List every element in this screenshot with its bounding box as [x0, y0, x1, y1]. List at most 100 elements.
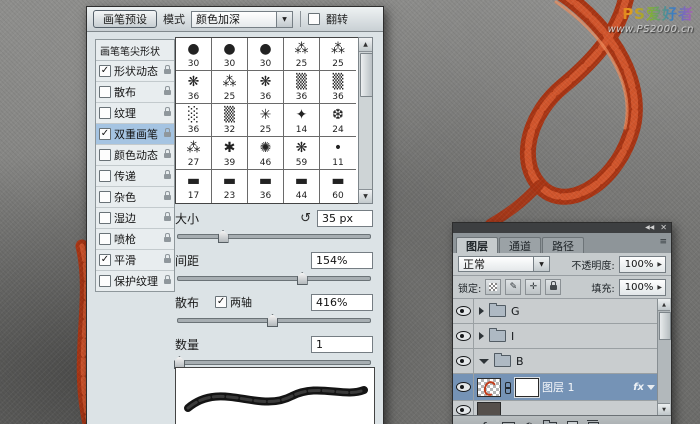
lock-pixels-icon[interactable]: ✎ [505, 279, 522, 295]
lock-icon[interactable] [164, 190, 171, 200]
brush-tip-cell[interactable]: ▒ 36 [284, 71, 320, 104]
brush-tip-cell[interactable]: ▬ 17 [176, 170, 212, 203]
opacity-arrow-icon[interactable]: ▶ [657, 261, 662, 268]
chevron-down-icon[interactable]: ▼ [277, 10, 293, 28]
brush-tip-cell[interactable]: ▒ 36 [320, 71, 356, 104]
mode-dropdown[interactable]: 颜色加深 ▼ [191, 10, 293, 28]
brush-tip-cell[interactable]: ⁂ 25 [284, 38, 320, 71]
slider-thumb[interactable] [267, 314, 279, 327]
visibility-toggle[interactable] [453, 324, 474, 348]
brush-tip-shape-item[interactable]: 画笔笔尖形状 [96, 40, 174, 61]
option-scattering[interactable]: 散布 [96, 82, 174, 103]
brush-tip-cell[interactable]: ● 30 [212, 38, 248, 71]
lock-icon[interactable] [164, 64, 171, 74]
lock-icon[interactable] [164, 274, 171, 284]
option-protect-texture[interactable]: 保护纹理 [96, 271, 174, 291]
option-color-dynamics[interactable]: 颜色动态 [96, 145, 174, 166]
option-wet-edges[interactable]: 湿边 [96, 208, 174, 229]
collapse-panel-icon[interactable]: ◀◀ [645, 225, 654, 231]
brush-tip-cell[interactable]: ▬ 36 [248, 170, 284, 203]
lock-position-icon[interactable]: ✛ [525, 279, 542, 295]
both-axes-checkbox[interactable] [215, 296, 228, 308]
reset-icon[interactable]: ↺ [300, 212, 311, 225]
disclosure-triangle-icon[interactable] [479, 358, 489, 364]
slider-track[interactable] [177, 276, 371, 281]
visibility-toggle[interactable] [453, 374, 474, 400]
spacing-input[interactable]: 154% [311, 251, 373, 269]
option-airbrush[interactable]: 喷枪 [96, 229, 174, 250]
option-transfer[interactable]: 传递 [96, 166, 174, 187]
brush-tip-cell[interactable]: ❋ 36 [176, 71, 212, 104]
texture-checkbox[interactable] [99, 107, 111, 119]
brush-tip-cell[interactable]: ▬ 44 [284, 170, 320, 203]
slider-thumb[interactable] [296, 272, 308, 285]
layer-row-group-b[interactable]: B [453, 349, 658, 374]
dual-brush-checkbox[interactable] [99, 128, 111, 140]
protect-texture-checkbox[interactable] [99, 275, 111, 287]
lock-all-icon[interactable] [545, 279, 562, 295]
size-input[interactable]: 35 px [317, 209, 373, 227]
brush-tip-cell[interactable]: ✺ 46 [248, 137, 284, 170]
shape-dynamics-checkbox[interactable] [99, 65, 111, 77]
visibility-toggle[interactable] [453, 349, 474, 373]
fill-input[interactable]: 100% ▶ [618, 278, 666, 296]
brush-tip-cell[interactable]: ⁂ 27 [176, 137, 212, 170]
new-layer-icon[interactable] [567, 420, 579, 424]
scrollbar-thumb[interactable] [659, 312, 671, 340]
tab-paths[interactable]: 路径 [542, 237, 584, 253]
noise-checkbox[interactable] [99, 191, 111, 203]
layer-row-partial[interactable] [453, 401, 658, 415]
disclosure-triangle-icon[interactable] [479, 332, 484, 340]
blend-mode-dropdown[interactable]: 正常 ▼ [458, 256, 550, 272]
slider-track[interactable] [177, 360, 371, 365]
scrollbar-thumb[interactable] [360, 53, 373, 97]
slider-thumb[interactable] [217, 230, 229, 243]
brush-tip-cell[interactable]: ✦ 14 [284, 104, 320, 137]
tab-layers[interactable]: 图层 [456, 237, 498, 253]
brush-tip-cell[interactable]: ● 30 [176, 38, 212, 71]
brush-tip-cell[interactable]: ▬ 60 [320, 170, 356, 203]
brush-tip-cell[interactable]: • 11 [320, 137, 356, 170]
layer-thumbnail[interactable] [477, 402, 501, 415]
airbrush-checkbox[interactable] [99, 233, 111, 245]
transfer-checkbox[interactable] [99, 170, 111, 182]
option-smoothing[interactable]: 平滑 [96, 250, 174, 271]
brush-tip-cell[interactable]: ❆ 24 [320, 104, 356, 137]
count-slider[interactable] [173, 355, 373, 369]
chevron-down-icon[interactable]: ▼ [534, 256, 550, 272]
brush-tip-cell[interactable]: ✳ 25 [248, 104, 284, 137]
option-dual-brush[interactable]: 双重画笔 [96, 124, 174, 145]
option-noise[interactable]: 杂色 [96, 187, 174, 208]
brush-presets-button[interactable]: 画笔预设 [93, 10, 157, 28]
lock-icon[interactable] [164, 148, 171, 158]
lock-icon[interactable] [164, 253, 171, 263]
tab-channels[interactable]: 通道 [499, 237, 541, 253]
lock-icon[interactable] [164, 232, 171, 242]
scatter-slider[interactable] [175, 313, 373, 327]
flip-checkbox[interactable] [308, 13, 320, 25]
lock-transparency-icon[interactable] [485, 279, 502, 295]
slider-track[interactable] [177, 234, 371, 239]
wet-edges-checkbox[interactable] [99, 212, 111, 224]
spacing-slider[interactable] [175, 271, 373, 285]
layer-row-group-g[interactable]: G [453, 299, 658, 324]
grid-scrollbar[interactable]: ▲ ▼ [358, 37, 373, 204]
lock-icon[interactable] [164, 127, 171, 137]
layer-thumbnail[interactable] [477, 377, 501, 397]
brush-tip-cell[interactable]: ▒ 32 [212, 104, 248, 137]
lock-icon[interactable] [164, 106, 171, 116]
lock-icon[interactable] [164, 211, 171, 221]
fx-badge[interactable]: fx [633, 382, 644, 393]
fill-arrow-icon[interactable]: ▶ [657, 284, 662, 291]
brush-tip-cell[interactable]: ⁂ 25 [212, 71, 248, 104]
effects-collapse-icon[interactable] [647, 384, 655, 390]
count-input[interactable]: 1 [311, 335, 373, 353]
size-slider[interactable] [175, 229, 373, 243]
panel-menu-icon[interactable]: ≡ [659, 237, 667, 247]
visibility-toggle[interactable] [453, 401, 474, 415]
brush-tip-cell[interactable]: ● 30 [248, 38, 284, 71]
layer-list-scrollbar[interactable]: ▲ ▼ [657, 299, 671, 415]
brush-tip-cell[interactable]: ✱ 39 [212, 137, 248, 170]
scatter-input[interactable]: 416% [311, 293, 373, 311]
brush-tip-cell[interactable]: ▬ 23 [212, 170, 248, 203]
